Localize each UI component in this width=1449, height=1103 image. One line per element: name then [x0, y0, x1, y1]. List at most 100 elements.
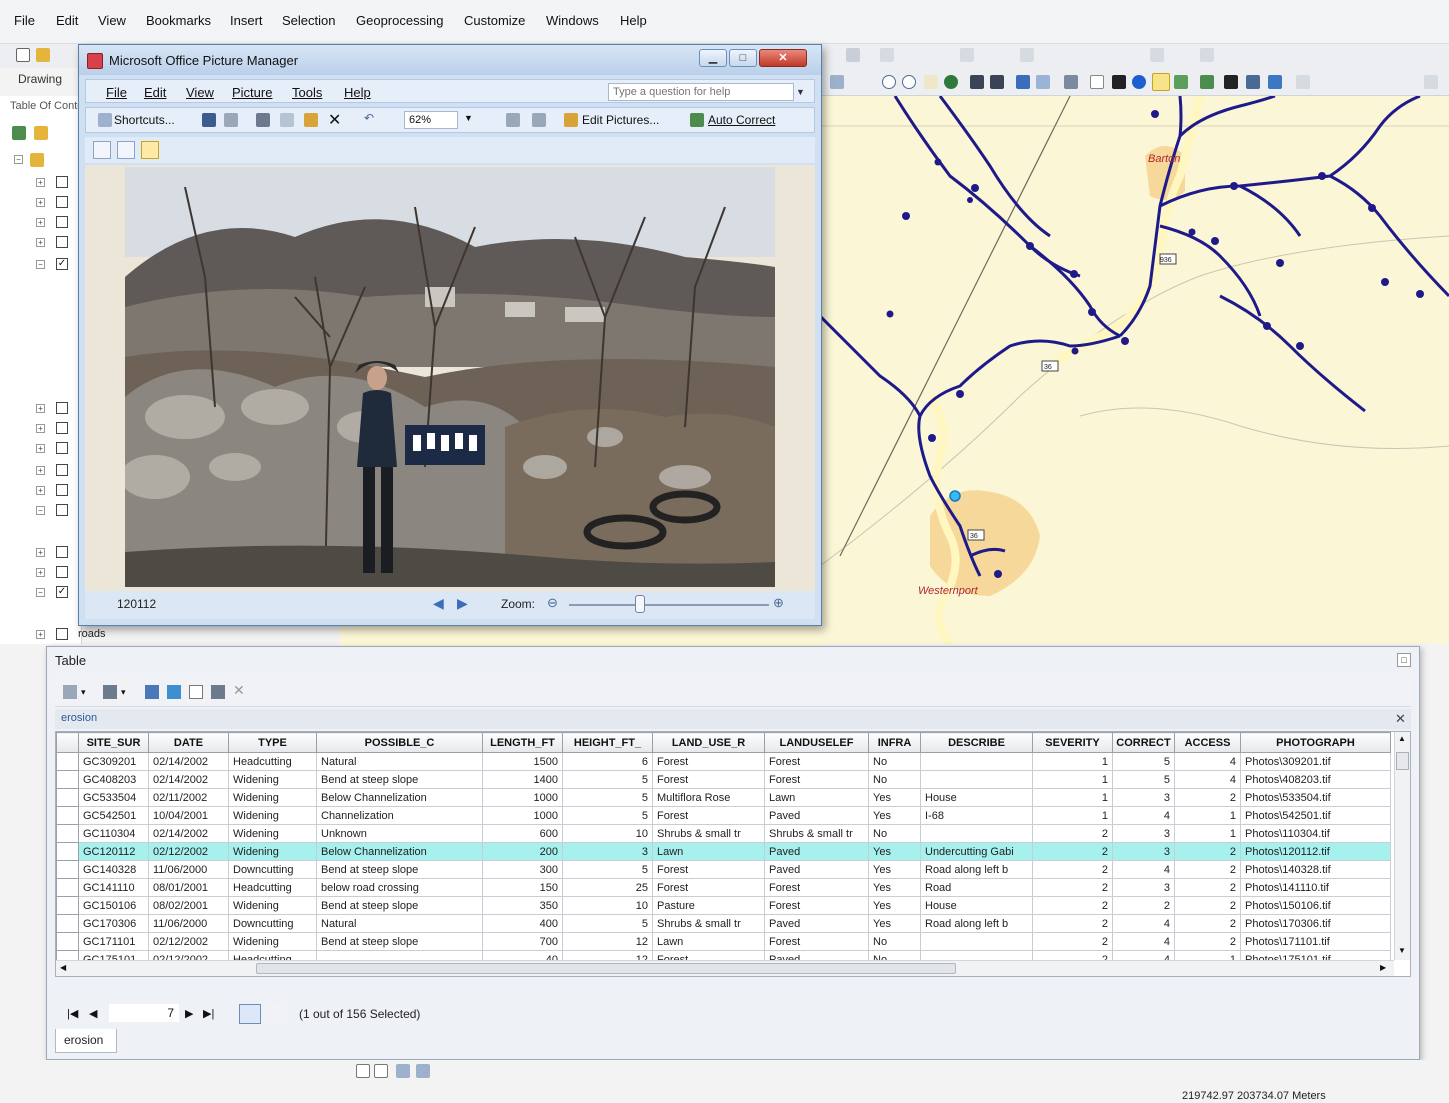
table-cell[interactable]: GC408203: [78, 770, 149, 789]
layer-checkbox[interactable]: [56, 236, 68, 248]
table-cell[interactable]: 4: [1174, 752, 1241, 771]
column-header[interactable]: TYPE: [228, 732, 317, 753]
new-document-icon[interactable]: [16, 48, 30, 62]
close-button[interactable]: ✕: [759, 49, 807, 67]
toc-layer[interactable]: +: [36, 402, 72, 416]
table-cell[interactable]: GC170306: [78, 914, 149, 933]
toc-layer[interactable]: +: [36, 196, 72, 210]
related-tables-icon[interactable]: [103, 685, 117, 699]
table-cell[interactable]: Yes: [868, 806, 921, 825]
pm-menu-edit[interactable]: Edit: [144, 85, 166, 100]
chevron-down-icon[interactable]: ▾: [121, 687, 135, 701]
show-all-records-button[interactable]: [239, 1004, 261, 1024]
table-row[interactable]: GC141110 08/01/2001 Headcutting below road …: [56, 878, 1391, 897]
toc-layer[interactable]: − ✓: [36, 258, 72, 272]
table-cell[interactable]: 11/06/2000: [148, 914, 229, 933]
table-cell[interactable]: Forest: [652, 806, 765, 825]
show-selected-records-button[interactable]: [265, 1004, 287, 1024]
row-selector[interactable]: [56, 824, 79, 843]
find-binoculars-icon[interactable]: [1224, 75, 1238, 89]
table-cell[interactable]: 02/12/2002: [148, 932, 229, 951]
table-cell[interactable]: Bend at steep slope: [316, 770, 483, 789]
table-cell[interactable]: 5: [562, 788, 653, 807]
scroll-right-icon[interactable]: ▶: [1380, 963, 1386, 972]
table-cell[interactable]: Photos\408203.tif: [1240, 770, 1391, 789]
table-cell[interactable]: 2: [1174, 842, 1241, 861]
row-selector[interactable]: [56, 932, 79, 951]
table-cell[interactable]: [920, 932, 1033, 951]
table-cell[interactable]: 3: [562, 842, 653, 861]
toc-layer[interactable]: +: [36, 546, 72, 560]
expand-icon[interactable]: +: [36, 630, 45, 639]
pm-menu-file[interactable]: File: [106, 85, 127, 100]
menu-view[interactable]: View: [98, 13, 126, 28]
table-cell[interactable]: Photos\150106.tif: [1240, 896, 1391, 915]
toc-layer[interactable]: +: [36, 216, 72, 230]
table-cell[interactable]: Channelization: [316, 806, 483, 825]
table-cell[interactable]: Bend at steep slope: [316, 860, 483, 879]
table-cell[interactable]: 2: [1032, 914, 1113, 933]
select-by-attributes-icon[interactable]: [145, 685, 159, 699]
table-cell[interactable]: Yes: [868, 914, 921, 933]
vertical-scroll-thumb[interactable]: [1396, 752, 1409, 770]
table-cell[interactable]: Forest: [652, 770, 765, 789]
table-cell[interactable]: Shrubs & small tr: [652, 824, 765, 843]
table-row[interactable]: GC120112 02/12/2002 Widening Below Channeli…: [56, 842, 1391, 861]
table-cell[interactable]: Bend at steep slope: [316, 896, 483, 915]
table-cell[interactable]: 12: [562, 932, 653, 951]
layer-checkbox[interactable]: [56, 484, 68, 496]
table-cell[interactable]: 6: [562, 752, 653, 771]
table-cell[interactable]: GC140328: [78, 860, 149, 879]
table-cell[interactable]: Natural: [316, 914, 483, 933]
table-cell[interactable]: 3: [1112, 788, 1175, 807]
table-cell[interactable]: GC110304: [78, 824, 149, 843]
toc-layer[interactable]: − ✓: [36, 586, 72, 600]
pm-menu-tools[interactable]: Tools: [292, 85, 322, 100]
table-cell[interactable]: 02/12/2002: [148, 842, 229, 861]
table-cell[interactable]: Paved: [764, 914, 869, 933]
toc-layer[interactable]: +: [36, 464, 72, 478]
collapse-icon[interactable]: −: [36, 588, 45, 597]
table-cell[interactable]: Photos\140328.tif: [1240, 860, 1391, 879]
table-cell[interactable]: Lawn: [764, 788, 869, 807]
table-cell[interactable]: 350: [482, 896, 563, 915]
table-cell[interactable]: No: [868, 770, 921, 789]
full-extent-icon[interactable]: [944, 75, 958, 89]
list-by-source-icon[interactable]: [34, 126, 48, 140]
pm-menu-picture[interactable]: Picture: [232, 85, 272, 100]
column-header[interactable]: SEVERITY: [1032, 732, 1113, 753]
toc-layer[interactable]: +: [36, 236, 72, 250]
table-cell[interactable]: 2: [1174, 878, 1241, 897]
scroll-down-icon[interactable]: ▼: [1398, 946, 1406, 955]
column-header[interactable]: DATE: [148, 732, 229, 753]
table-cell[interactable]: House: [920, 788, 1033, 807]
previous-picture-icon[interactable]: ◀: [433, 595, 444, 612]
table-cell[interactable]: 2: [1174, 788, 1241, 807]
table-cell[interactable]: 5: [562, 806, 653, 825]
menu-geoprocessing[interactable]: Geoprocessing: [356, 13, 443, 28]
table-cell[interactable]: Widening: [228, 770, 317, 789]
table-cell[interactable]: Pasture: [652, 896, 765, 915]
row-selector[interactable]: [56, 914, 79, 933]
auto-correct-button[interactable]: Auto Correct: [708, 113, 775, 127]
layers-group[interactable]: −: [14, 152, 44, 168]
table-cell[interactable]: No: [868, 932, 921, 951]
table-cell[interactable]: Photos\110304.tif: [1240, 824, 1391, 843]
column-header[interactable]: SITE_SUR: [78, 732, 149, 753]
fixed-zoom-in-icon[interactable]: [970, 75, 984, 89]
vertical-scrollbar[interactable]: ▲ ▼: [1394, 732, 1410, 960]
table-cell[interactable]: Headcutting: [228, 878, 317, 897]
table-cell[interactable]: Widening: [228, 806, 317, 825]
expand-icon[interactable]: +: [36, 218, 45, 227]
layer-checkbox[interactable]: [56, 504, 68, 516]
table-cell[interactable]: Photos\171101.tif: [1240, 932, 1391, 951]
edit-pictures-button[interactable]: Edit Pictures...: [582, 113, 659, 127]
zoom-percent-box[interactable]: 62%: [404, 111, 458, 129]
table-cell[interactable]: 3: [1112, 878, 1175, 897]
expand-icon[interactable]: +: [36, 238, 45, 247]
zoom-slider-track[interactable]: [569, 604, 769, 606]
table-cell[interactable]: Forest: [652, 752, 765, 771]
table-cell[interactable]: 2: [1032, 896, 1113, 915]
table-cell[interactable]: 2: [1174, 914, 1241, 933]
table-cell[interactable]: [920, 770, 1033, 789]
